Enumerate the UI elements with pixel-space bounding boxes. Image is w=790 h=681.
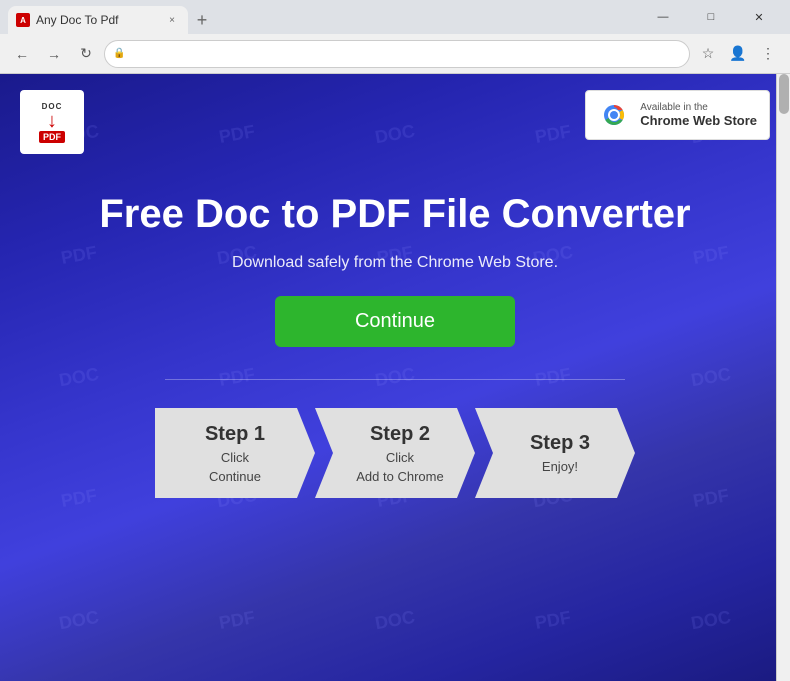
chrome-store-badge[interactable]: Available in the Chrome Web Store: [585, 90, 770, 140]
maximize-button[interactable]: □: [688, 0, 734, 34]
hero-title: Free Doc to PDF File Converter: [99, 190, 690, 238]
tab-close-button[interactable]: ×: [164, 12, 180, 28]
browser-window: A Any Doc To Pdf × + — □ ✕ ← → ↻ 🔒 ☆ 👤 ⋮: [0, 0, 790, 681]
address-bar[interactable]: 🔒: [104, 40, 690, 68]
logo-pdf-text: PDF: [39, 131, 65, 143]
steps-container: Step 1 Click Continue Step 2 Click Add t…: [155, 408, 635, 498]
step-1-number: Step 1: [205, 423, 265, 446]
chrome-store-text: Available in the Chrome Web Store: [640, 102, 757, 128]
active-tab[interactable]: A Any Doc To Pdf ×: [8, 6, 188, 34]
step-2: Step 2 Click Add to Chrome: [315, 408, 475, 498]
logo-arrow-icon: ↓: [47, 111, 57, 131]
step-1-action: Click: [221, 450, 249, 465]
chrome-logo-icon: [598, 99, 630, 131]
new-tab-button[interactable]: +: [188, 6, 216, 34]
minimize-button[interactable]: —: [640, 0, 686, 34]
forward-button[interactable]: →: [40, 40, 68, 68]
top-bar: DOC ↓ PDF: [0, 74, 790, 170]
step-2-detail: Add to Chrome: [356, 469, 443, 484]
profile-button[interactable]: 👤: [724, 40, 752, 68]
step-3-action: Enjoy!: [542, 459, 578, 474]
back-button[interactable]: ←: [8, 40, 36, 68]
window-controls: — □ ✕: [640, 0, 782, 34]
close-button[interactable]: ✕: [736, 0, 782, 34]
nav-icons-right: ☆ 👤 ⋮: [694, 40, 782, 68]
hero-content: Free Doc to PDF File Converter Download …: [59, 170, 730, 498]
menu-button[interactable]: ⋮: [754, 40, 782, 68]
step-1-detail: Continue: [209, 469, 261, 484]
step-2-action: Click: [386, 450, 414, 465]
step-1: Step 1 Click Continue: [155, 408, 315, 498]
tab-title: Any Doc To Pdf: [36, 13, 119, 27]
step-3: Step 3 Enjoy!: [475, 408, 635, 498]
continue-button[interactable]: Continue: [275, 296, 515, 347]
app-logo: DOC ↓ PDF: [20, 90, 84, 154]
nav-bar: ← → ↻ 🔒 ☆ 👤 ⋮: [0, 34, 790, 74]
step-3-number: Step 3: [530, 432, 590, 455]
section-divider: [165, 379, 625, 380]
tab-favicon: A: [16, 13, 30, 27]
title-bar: A Any Doc To Pdf × + — □ ✕: [0, 0, 790, 34]
store-name-label: Chrome Web Store: [640, 113, 757, 128]
page-content: DOC PDF DOC PDF DOC PDF DOC PDF DOC PDF …: [0, 74, 790, 681]
available-label: Available in the: [640, 102, 757, 113]
reload-button[interactable]: ↻: [72, 40, 100, 68]
lock-icon: 🔒: [113, 48, 125, 59]
step-2-number: Step 2: [370, 423, 430, 446]
hero-background: DOC PDF DOC PDF DOC PDF DOC PDF DOC PDF …: [0, 74, 790, 681]
tab-bar: A Any Doc To Pdf × +: [8, 0, 636, 34]
hero-subtitle: Download safely from the Chrome Web Stor…: [232, 254, 558, 272]
bookmark-button[interactable]: ☆: [694, 40, 722, 68]
